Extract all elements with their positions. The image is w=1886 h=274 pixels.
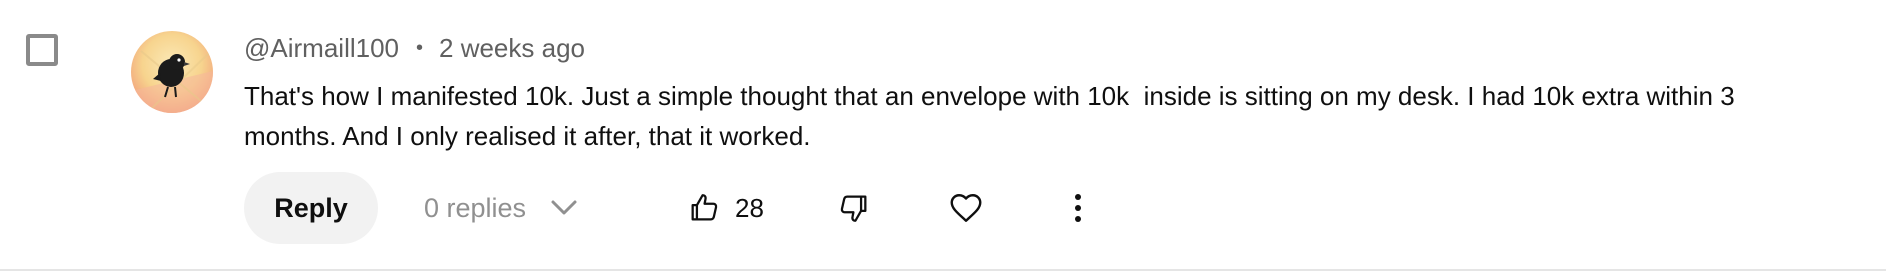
comment-timestamp[interactable]: 2 weeks ago	[439, 33, 585, 64]
replies-count-label: 0 replies	[424, 192, 527, 223]
comment-row: @Airmaill100 • 2 weeks ago That's how I …	[0, 0, 1886, 271]
like-count: 28	[735, 192, 764, 223]
author-name[interactable]: @Airmaill100	[244, 33, 399, 64]
heart-icon	[950, 194, 982, 222]
select-checkbox[interactable]	[26, 34, 58, 66]
heart-button[interactable]	[940, 182, 992, 234]
avatar-bird-icon	[131, 31, 213, 113]
comment-header: @Airmaill100 • 2 weeks ago	[244, 30, 585, 66]
thumbs-up-icon	[691, 194, 718, 221]
avatar[interactable]	[131, 31, 213, 113]
dislike-button[interactable]	[828, 182, 880, 234]
comment-action-bar: Reply 0 replies 28	[244, 172, 1444, 244]
separator-dot: •	[416, 36, 424, 59]
chevron-down-icon	[550, 199, 578, 217]
comment-text: That's how I manifested 10k. Just a simp…	[244, 81, 1742, 151]
reply-button[interactable]: Reply	[244, 172, 378, 244]
replies-toggle[interactable]: 0 replies	[424, 172, 578, 244]
thumbs-down-icon	[840, 195, 867, 222]
more-vertical-icon	[1075, 194, 1081, 222]
like-button[interactable]	[678, 182, 730, 234]
more-options-button[interactable]	[1052, 182, 1104, 234]
divider	[0, 269, 1886, 271]
